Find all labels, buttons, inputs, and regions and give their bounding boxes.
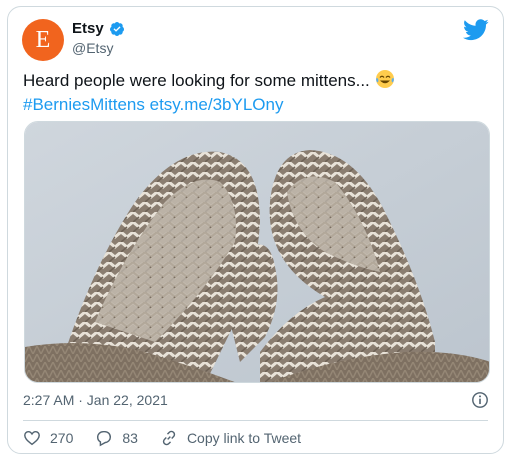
url-link[interactable]: etsy.me/3bYLOny	[150, 95, 284, 114]
avatar-letter: E	[35, 26, 51, 53]
divider	[23, 420, 488, 421]
tweet-body: Heard people were looking for some mitte…	[23, 71, 370, 90]
reply-button[interactable]: 83	[95, 429, 138, 447]
face-with-tears-of-joy-icon	[375, 70, 394, 88]
avatar[interactable]: E	[22, 19, 64, 61]
copy-link-label: Copy link to Tweet	[186, 430, 302, 446]
tweet-timestamp[interactable]: 2:27 AM · Jan 22, 2021	[23, 392, 168, 408]
info-icon[interactable]	[471, 391, 489, 409]
author-name-row[interactable]: Etsy	[72, 20, 125, 37]
reply-bubble-icon	[97, 430, 112, 447]
twitter-bird-icon[interactable]	[463, 19, 489, 41]
tweet-text-line-1: Heard people were looking for some mitte…	[23, 69, 493, 93]
tweet-card[interactable]: E Etsy @Etsy Heard people were looking f…	[7, 6, 504, 454]
tweet-actions: 270 83 Copy link to Tweet	[23, 429, 323, 447]
mittens-photo	[25, 122, 489, 382]
heart-icon	[24, 430, 40, 446]
tweet-text-line-2: #BerniesMittens etsy.me/3bYLOny	[23, 93, 493, 117]
copy-link-button[interactable]: Copy link to Tweet	[160, 429, 301, 447]
reply-count: 83	[122, 430, 138, 446]
verified-badge-icon	[109, 21, 124, 36]
author-handle[interactable]: @Etsy	[72, 40, 113, 56]
tweet-photo[interactable]	[24, 121, 490, 383]
tweet-text: Heard people were looking for some mitte…	[23, 69, 493, 117]
author-name[interactable]: Etsy	[72, 20, 104, 37]
like-count: 270	[50, 430, 74, 446]
link-icon	[162, 430, 176, 446]
hashtag-link[interactable]: #BerniesMittens	[23, 95, 145, 114]
like-button[interactable]: 270	[23, 429, 73, 447]
